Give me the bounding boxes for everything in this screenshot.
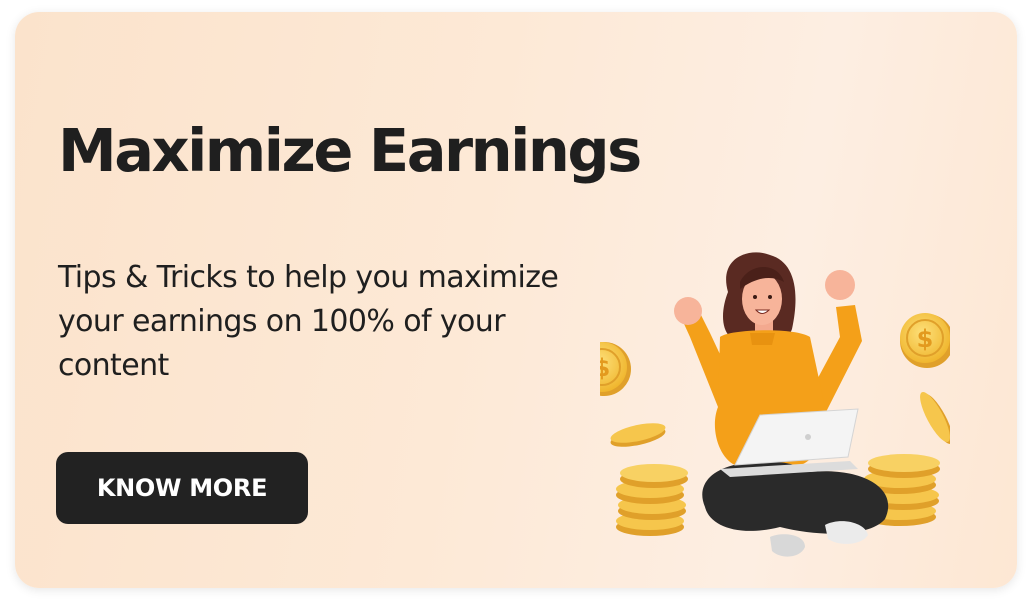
page: Maximize Earnings Tips & Tricks to help … (0, 0, 1032, 608)
woman-laptop-coins-illustration: $ $ (600, 252, 950, 557)
woman-figure (674, 252, 889, 557)
dollar-coin-icon: $ (600, 342, 631, 396)
know-more-button[interactable]: KNOW MORE (56, 452, 308, 524)
left-coin-stack (616, 464, 688, 536)
tilted-coin-icon (610, 423, 666, 447)
banner-title: Maximize Earnings (58, 116, 642, 185)
tilted-coin-icon (920, 391, 950, 445)
svg-text:$: $ (917, 325, 934, 353)
svg-text:$: $ (600, 354, 610, 382)
promo-card: Maximize Earnings Tips & Tricks to help … (15, 12, 1017, 588)
banner-subtitle: Tips & Tricks to help you maximize your … (58, 260, 559, 383)
dollar-coin-icon: $ (900, 313, 950, 368)
